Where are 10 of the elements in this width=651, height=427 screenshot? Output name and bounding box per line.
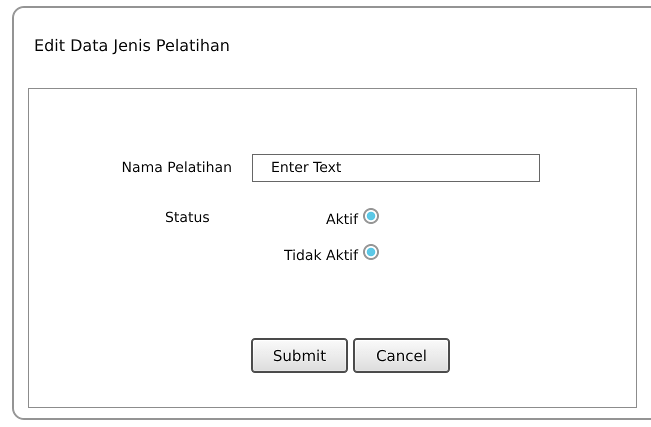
field-label: Nama Pelatihan (120, 160, 232, 176)
field-label: Status (165, 209, 211, 228)
input-field[interactable]: Enter Text (252, 154, 540, 182)
radio-button[interactable] (363, 244, 379, 260)
radio-button[interactable] (363, 208, 379, 224)
window-title: Edit Data Jenis Pelatihan (33, 35, 231, 57)
action-button[interactable]: Submit (251, 338, 348, 373)
radio-label: Aktif (326, 211, 358, 228)
action-button[interactable]: Cancel (353, 338, 450, 373)
radio-label: Tidak Aktif (284, 247, 358, 264)
